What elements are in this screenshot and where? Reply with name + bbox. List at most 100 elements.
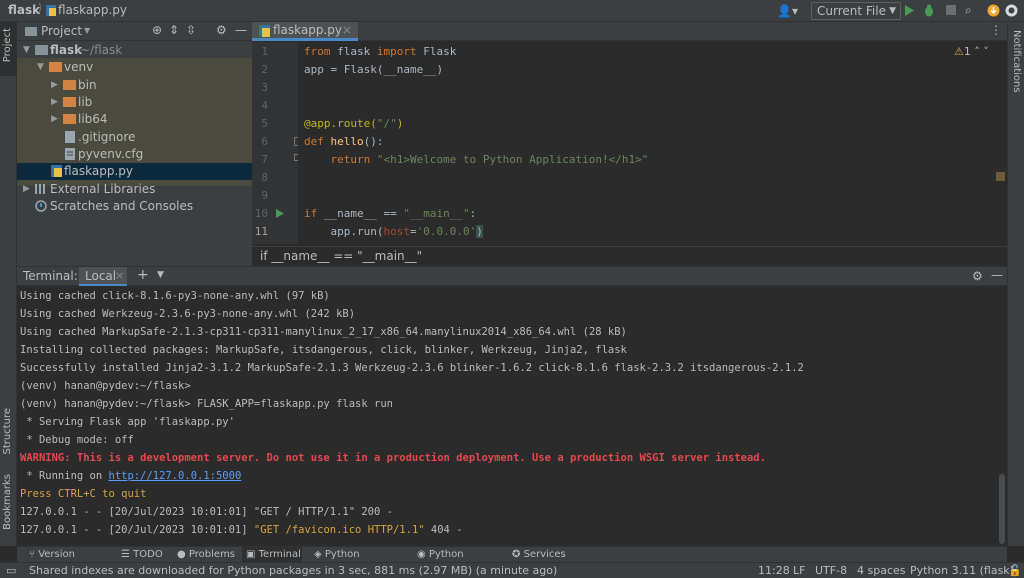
project-panel-title[interactable]: Project bbox=[41, 24, 82, 38]
close-icon[interactable]: × bbox=[115, 269, 124, 282]
status-message[interactable]: Shared indexes are downloaded for Python… bbox=[29, 563, 557, 578]
inspection-widget[interactable]: ⚠1 ˄ ˅ bbox=[954, 45, 989, 58]
panel-toggle-icon[interactable]: ▭ bbox=[6, 563, 16, 578]
left-tool-stripe: Project Structure Bookmarks bbox=[0, 22, 17, 546]
gear-icon[interactable]: ⚙ bbox=[216, 23, 227, 37]
update-icon[interactable] bbox=[987, 4, 1000, 17]
structure-stripe-button[interactable]: Structure bbox=[2, 408, 13, 455]
terminal-tab-local[interactable]: Local × bbox=[79, 267, 127, 286]
code-line-6: def hello(): bbox=[304, 135, 384, 148]
close-icon[interactable]: × bbox=[342, 22, 352, 39]
lock-icon[interactable]: 🔓 bbox=[1008, 563, 1022, 578]
target-icon[interactable]: ⊕ bbox=[152, 23, 162, 37]
run-config-label: Current File bbox=[817, 4, 886, 18]
tree-item-bin[interactable]: ▶ bin bbox=[17, 77, 252, 94]
more-options-icon[interactable]: ⋮ bbox=[990, 23, 1002, 37]
tab-flaskapp[interactable]: flaskapp.py × bbox=[252, 22, 358, 41]
line-number: 7 bbox=[261, 153, 268, 166]
tool-todo[interactable]: ☰ TODO bbox=[121, 547, 167, 563]
tree-item-gitignore[interactable]: .gitignore bbox=[17, 129, 252, 146]
tool-terminal[interactable]: ▣ Terminal bbox=[242, 547, 302, 563]
chevron-down-icon[interactable]: ▼ bbox=[157, 270, 164, 280]
terminal-line: Installing collected packages: MarkupSaf… bbox=[20, 344, 627, 356]
tool-problems[interactable]: ● Problems bbox=[177, 547, 237, 563]
project-panel: Project ▼ ⊕ ⇕ ⇳ ⚙ — ▼ flask ~/flask ▼ ve… bbox=[17, 22, 252, 266]
problems-icon: ● bbox=[177, 549, 186, 560]
keyword-token: import bbox=[376, 45, 417, 58]
terminal-scrollbar[interactable] bbox=[999, 474, 1005, 544]
collapse-all-icon[interactable]: ⇳ bbox=[186, 23, 196, 37]
tree-item-scratches[interactable]: Scratches and Consoles bbox=[17, 198, 252, 215]
chevron-down-icon: ▼ bbox=[889, 6, 896, 16]
scroll-marker[interactable] bbox=[996, 172, 1005, 181]
run-icon[interactable] bbox=[905, 5, 914, 16]
code-editor[interactable]: from flask import Flask app = Flask(__na… bbox=[298, 42, 1007, 244]
tree-item-label: flask bbox=[50, 43, 83, 57]
tree-item-label: External Libraries bbox=[50, 182, 156, 196]
editor-breadcrumb[interactable]: if __name__ == "__main__" bbox=[252, 246, 1007, 266]
tree-item-lib[interactable]: ▶ lib bbox=[17, 94, 252, 111]
list-icon: ☰ bbox=[121, 549, 130, 560]
tool-python-console[interactable]: ◉ Python Console bbox=[417, 547, 499, 576]
line-number: 4 bbox=[261, 99, 268, 112]
tree-item-external-libraries[interactable]: ▶ External Libraries bbox=[17, 181, 252, 198]
caret-position[interactable]: 11:28 bbox=[758, 563, 790, 578]
terminal-line: * Serving Flask app 'flaskapp.py' bbox=[20, 416, 235, 428]
search-icon[interactable]: ⌕ bbox=[965, 3, 972, 18]
scratches-icon bbox=[35, 200, 47, 212]
bookmarks-stripe-button[interactable]: Bookmarks bbox=[2, 474, 13, 530]
tree-item-venv[interactable]: ▼ venv bbox=[17, 59, 252, 76]
project-crumb[interactable]: flask bbox=[8, 3, 40, 17]
terminal-text: 404 - bbox=[424, 524, 463, 536]
line-separator[interactable]: LF bbox=[793, 563, 805, 578]
user-icon[interactable]: 👤▾ bbox=[777, 4, 798, 18]
terminal-text: * Running on bbox=[20, 470, 109, 482]
line-number: 10 bbox=[254, 207, 268, 220]
chevron-down-icon: ▼ bbox=[37, 62, 44, 72]
tool-version-control[interactable]: ⑂ Version Control bbox=[25, 547, 109, 576]
run-config-select[interactable]: Current File ▼ bbox=[811, 2, 901, 20]
tool-label: Problems bbox=[188, 549, 236, 560]
right-tool-stripe: Notifications bbox=[1007, 22, 1024, 546]
python-interpreter[interactable]: Python 3.11 (flask) bbox=[910, 563, 1014, 578]
module-token: flask bbox=[330, 45, 377, 58]
hide-panel-icon[interactable]: — bbox=[235, 23, 247, 37]
notifications-stripe-button[interactable]: Notifications bbox=[1011, 30, 1022, 93]
string-token: "__main__" bbox=[403, 207, 470, 220]
line-number: 2 bbox=[261, 63, 268, 76]
server-url-link[interactable]: http://127.0.0.1:5000 bbox=[109, 470, 242, 482]
tree-item-pyvenv[interactable]: pyvenv.cfg bbox=[17, 146, 252, 163]
line-number-gutter: 1 2 3 4 5 6 7 8 9 10 11 bbox=[252, 42, 301, 244]
hide-panel-icon[interactable]: — bbox=[991, 268, 1003, 282]
indent-setting[interactable]: 4 spaces bbox=[857, 563, 906, 578]
gear-icon[interactable]: ⚙ bbox=[972, 269, 983, 283]
terminal-line: (venv) hanan@pydev:~/flask> FLASK_APP=fl… bbox=[20, 398, 393, 410]
tree-item-flask[interactable]: ▼ flask ~/flask bbox=[17, 42, 252, 59]
debug-icon[interactable] bbox=[923, 4, 935, 17]
file-crumb[interactable]: flaskapp.py bbox=[58, 3, 127, 17]
run-gutter-icon[interactable] bbox=[276, 209, 284, 218]
code-line-7: return "<h1>Welcome to Python Applicatio… bbox=[304, 153, 648, 166]
project-stripe-button[interactable]: Project bbox=[0, 22, 17, 76]
terminal-line: 127.0.0.1 - - [20/Jul/2023 10:01:01] "GE… bbox=[20, 506, 393, 518]
terminal-output[interactable]: Using cached click-8.1.6-py3-none-any.wh… bbox=[17, 286, 1007, 546]
string-token: '0.0.0.0' bbox=[416, 225, 477, 238]
code-line-5: @app.route("/") bbox=[304, 117, 403, 130]
stop-icon[interactable] bbox=[945, 4, 957, 16]
tree-item-flaskapp[interactable]: flaskapp.py bbox=[17, 163, 252, 180]
add-terminal-icon[interactable]: + bbox=[137, 267, 149, 283]
chevron-down-icon[interactable]: ▼ bbox=[84, 26, 90, 35]
tool-python-packages[interactable]: ◈ Python Packages bbox=[314, 547, 406, 576]
param-token: host bbox=[383, 225, 410, 238]
expand-all-icon[interactable]: ⇕ bbox=[169, 23, 179, 37]
terminal-title: Terminal: bbox=[23, 269, 78, 283]
tool-services[interactable]: ✪ Services bbox=[512, 547, 572, 563]
project-panel-header: Project ▼ ⊕ ⇕ ⇳ ⚙ — bbox=[17, 22, 252, 41]
file-encoding[interactable]: UTF-8 bbox=[815, 563, 847, 578]
code-line-2: app = Flask(__name__) bbox=[304, 63, 444, 76]
ide-logo-icon[interactable] bbox=[1005, 4, 1018, 17]
terminal-line: * Debug mode: off bbox=[20, 434, 134, 446]
python-file-icon bbox=[46, 5, 56, 16]
tree-item-lib64[interactable]: ▶ lib64 bbox=[17, 111, 252, 128]
keyword-token: return bbox=[304, 153, 371, 166]
